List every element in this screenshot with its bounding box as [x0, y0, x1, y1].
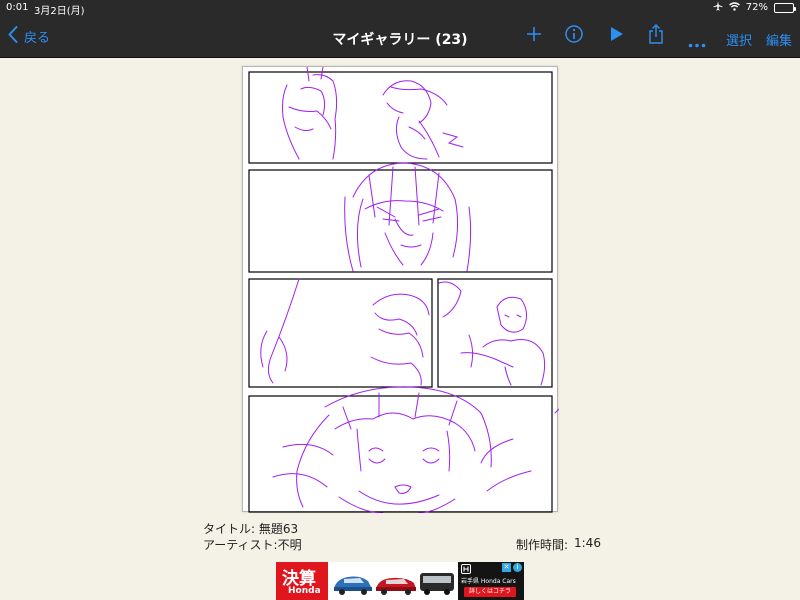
status-bar: 0:01 3月2日(月) 72% [0, 0, 800, 17]
status-time: 0:01 [6, 2, 29, 13]
ad-banner[interactable]: 決算 Honda 岩手県 Honda Cars 詳しくはコチラ i ✕ [276, 562, 524, 600]
battery-percent: 72% [745, 2, 768, 13]
status-right: 72% [713, 1, 796, 14]
airplane-icon [713, 1, 723, 14]
car-blue [334, 576, 372, 595]
panel-2 [248, 169, 553, 273]
manga-sketch [248, 67, 559, 513]
creation-time-label: 制作時間: [516, 538, 569, 552]
ad-cars-image [334, 573, 454, 595]
panel-4 [437, 278, 553, 388]
nav-bar: 戻る マイギャラリー (23) 選択 編集 [0, 16, 800, 58]
ad-headline-block: 決算 Honda [276, 562, 328, 600]
honda-logo-icon [461, 564, 471, 574]
page-title: マイギャラリー (23) [332, 32, 468, 48]
panel-3 [248, 278, 433, 388]
ad-close-icon[interactable]: ✕ [502, 563, 511, 572]
car-black [420, 573, 454, 595]
ad-brand: Honda [288, 586, 321, 596]
top-bar: 0:01 3月2日(月) 72% 戻る マイギャラリー (23) 選択 編集 [0, 0, 800, 58]
share-icon[interactable] [648, 24, 664, 48]
wifi-icon [728, 1, 740, 14]
sketch-lines [260, 67, 559, 513]
artwork-canvas[interactable] [242, 66, 559, 513]
creation-time-value: 1:46 [574, 536, 601, 550]
select-button[interactable]: 選択 [726, 30, 752, 49]
battery-icon [774, 2, 796, 13]
more-icon[interactable] [688, 33, 706, 52]
ad-cta-button[interactable]: 詳しくはコチラ [464, 587, 516, 597]
artwork-artist: アーティスト:不明 [203, 538, 302, 552]
status-date: 3月2日(月) [34, 6, 85, 17]
play-icon[interactable] [610, 26, 624, 46]
artwork-title: タイトル: 無題63 [203, 522, 299, 536]
edit-button[interactable]: 編集 [766, 30, 792, 49]
info-icon[interactable] [565, 25, 583, 47]
car-red [376, 577, 416, 595]
ad-info-icon[interactable]: i [513, 563, 522, 572]
plus-icon[interactable] [526, 26, 542, 46]
ad-dealer: 岩手県 Honda Cars [461, 578, 516, 585]
